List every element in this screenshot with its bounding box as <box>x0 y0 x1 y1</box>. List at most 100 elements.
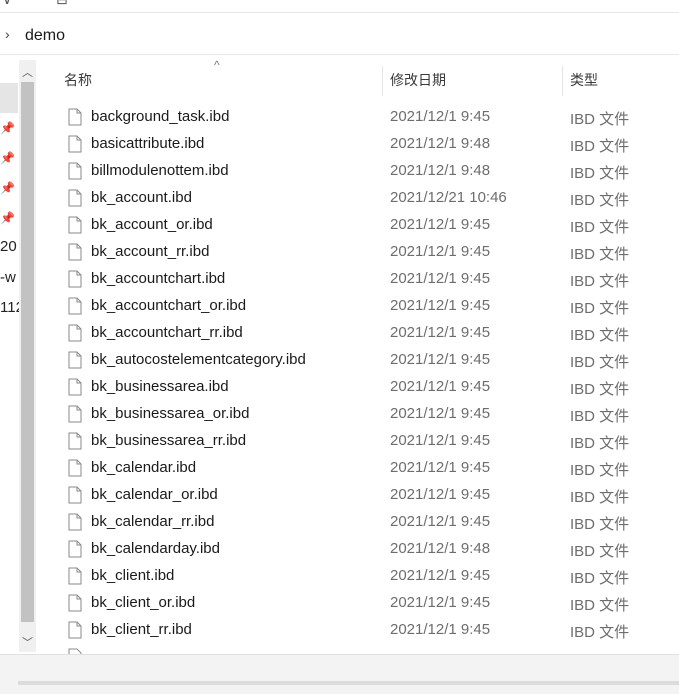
file-type: IBD 文件 <box>570 111 630 128</box>
pin-icon: 📌 <box>0 151 15 165</box>
file-name[interactable]: bk_accountchart.ibd <box>91 270 225 287</box>
nav-item-fragment[interactable]: 20 <box>0 238 17 255</box>
file-type: IBD 文件 <box>570 408 630 425</box>
file-name[interactable]: billmodulenottem.ibd <box>91 162 229 179</box>
file-row[interactable]: bk_account_or.ibd 2021/12/1 9:45 IBD 文件 <box>38 212 679 239</box>
column-type-header[interactable]: 类型 <box>570 70 598 90</box>
file-icon <box>68 432 82 450</box>
column-name-header[interactable]: 名称 <box>64 70 92 90</box>
file-name[interactable]: bk_autocostelementcategory.ibd <box>91 351 306 368</box>
address-bar[interactable]: › demo <box>0 18 679 55</box>
title-fragment-icon: ∨ <box>2 0 12 8</box>
file-modified-date: 2021/12/1 9:45 <box>390 621 491 638</box>
file-row[interactable]: bk_client.ibd 2021/12/1 9:45 IBD 文件 <box>38 563 679 590</box>
file-icon <box>68 351 82 369</box>
nav-selected-item[interactable] <box>0 83 18 113</box>
file-name[interactable]: bk_account.ibd <box>91 189 192 206</box>
file-row[interactable]: bk_calendar.ibd 2021/12/1 9:45 IBD 文件 <box>38 455 679 482</box>
chevron-right-icon[interactable]: › <box>5 26 10 42</box>
column-header: ^ 名称 修改日期 类型 <box>38 58 679 96</box>
file-row[interactable]: bk_calendar_or.ibd 2021/12/1 9:45 IBD 文件 <box>38 482 679 509</box>
file-type: IBD 文件 <box>570 192 630 209</box>
file-type: IBD 文件 <box>570 273 630 290</box>
file-type: IBD 文件 <box>570 597 630 614</box>
file-type: IBD 文件 <box>570 138 630 155</box>
file-name[interactable]: bk_businessarea_rr.ibd <box>91 432 246 449</box>
file-row[interactable]: bk_accountchart_or.ibd 2021/12/1 9:45 IBD … <box>38 293 679 320</box>
file-row[interactable]: bk_account_rr.ibd 2021/12/1 9:45 IBD 文件 <box>38 239 679 266</box>
file-modified-date: 2021/12/1 9:45 <box>390 513 491 530</box>
file-type: IBD 文件 <box>570 219 630 236</box>
file-name[interactable]: basicattribute.ibd <box>91 135 204 152</box>
file-row[interactable]: bk_calendarday.ibd 2021/12/1 9:48 IBD 文件 <box>38 536 679 563</box>
file-type: IBD 文件 <box>570 354 630 371</box>
file-type: IBD 文件 <box>570 246 630 263</box>
file-row[interactable]: bk_businessarea_rr.ibd 2021/12/1 9:45 IBD … <box>38 428 679 455</box>
file-row[interactable]: bk_autocostelementcategory.ibd 2021/12/1 … <box>38 347 679 374</box>
file-icon <box>68 459 82 477</box>
file-name[interactable]: bk_calendar_rr.ibd <box>91 513 214 530</box>
file-type: IBD 文件 <box>570 300 630 317</box>
file-name[interactable]: bk_accountchart_or.ibd <box>91 297 246 314</box>
scroll-up-icon[interactable]: ︿ <box>22 64 33 80</box>
file-modified-date: 2021/12/1 9:45 <box>390 378 491 395</box>
file-row[interactable]: bk_calendar_rr.ibd 2021/12/1 9:45 IBD 文件 <box>38 509 679 536</box>
file-modified-date: 2021/12/1 9:48 <box>390 162 491 179</box>
file-row[interactable]: bk_accountchart.ibd 2021/12/1 9:45 IBD 文件 <box>38 266 679 293</box>
file-modified-date: 2021/12/1 9:45 <box>390 486 491 503</box>
file-row[interactable]: bk_businessarea_or.ibd 2021/12/1 9:45 IBD … <box>38 401 679 428</box>
file-icon <box>68 540 82 558</box>
horizontal-scrollbar[interactable] <box>18 681 679 685</box>
file-name[interactable]: bk_calendar_or.ibd <box>91 486 218 503</box>
file-name[interactable]: bk_client_rr.ibd <box>91 621 192 638</box>
scrollbar-thumb[interactable] <box>21 82 34 622</box>
file-icon <box>68 135 82 153</box>
file-row[interactable]: bk_account.ibd 2021/12/21 10:46 IBD 文件 <box>38 185 679 212</box>
file-name[interactable]: bk_businessarea.ibd <box>91 378 229 395</box>
file-type: IBD 文件 <box>570 624 630 641</box>
file-row[interactable]: bk_businessarea.ibd 2021/12/1 9:45 IBD 文件 <box>38 374 679 401</box>
file-type: IBD 文件 <box>570 165 630 182</box>
file-row[interactable]: bk_client_or.ibd 2021/12/1 9:45 IBD 文件 <box>38 590 679 617</box>
file-icon <box>68 513 82 531</box>
file-row[interactable]: basicattribute.ibd 2021/12/1 9:48 IBD 文件 <box>38 131 679 158</box>
file-type: IBD 文件 <box>570 435 630 452</box>
file-row-partial[interactable] <box>38 644 679 654</box>
pin-icon: 📌 <box>0 211 15 225</box>
file-modified-date: 2021/12/1 9:45 <box>390 270 491 287</box>
file-icon <box>68 378 82 396</box>
file-name[interactable]: bk_calendar.ibd <box>91 459 196 476</box>
nav-item-fragment[interactable]: -w <box>0 269 16 286</box>
file-type: IBD 文件 <box>570 543 630 560</box>
pin-icon: 📌 <box>0 181 15 195</box>
file-type: IBD 文件 <box>570 327 630 344</box>
scroll-down-icon[interactable]: ﹀ <box>22 634 33 650</box>
file-type: IBD 文件 <box>570 462 630 479</box>
file-name[interactable]: bk_calendarday.ibd <box>91 540 220 557</box>
file-modified-date: 2021/12/1 9:45 <box>390 594 491 611</box>
file-name[interactable]: bk_client.ibd <box>91 567 174 584</box>
file-row[interactable]: billmodulenottem.ibd 2021/12/1 9:48 IBD 文件 <box>38 158 679 185</box>
file-list: background_task.ibd 2021/12/1 9:45 IBD 文件 b… <box>38 104 679 654</box>
file-name[interactable]: bk_client_or.ibd <box>91 594 195 611</box>
breadcrumb-demo[interactable]: demo <box>25 27 65 45</box>
file-name[interactable]: bk_accountchart_rr.ibd <box>91 324 243 341</box>
title-bar-remnant: ∨ ⊟ <box>0 0 679 13</box>
file-type: IBD 文件 <box>570 489 630 506</box>
file-type: IBD 文件 <box>570 381 630 398</box>
column-modified-header[interactable]: 修改日期 <box>390 70 446 90</box>
column-divider[interactable] <box>382 66 383 96</box>
file-icon <box>68 297 82 315</box>
pin-icon: 📌 <box>0 121 15 135</box>
column-divider[interactable] <box>562 66 563 96</box>
file-row[interactable]: bk_accountchart_rr.ibd 2021/12/1 9:45 IBD … <box>38 320 679 347</box>
file-modified-date: 2021/12/1 9:45 <box>390 324 491 341</box>
file-name[interactable]: background_task.ibd <box>91 108 229 125</box>
file-row[interactable]: background_task.ibd 2021/12/1 9:45 IBD 文件 <box>38 104 679 131</box>
file-name[interactable]: bk_account_or.ibd <box>91 216 213 233</box>
file-row[interactable]: bk_client_rr.ibd 2021/12/1 9:45 IBD 文件 <box>38 617 679 644</box>
file-icon <box>68 108 82 126</box>
nav-scrollbar[interactable]: ︿ ﹀ <box>19 60 36 652</box>
file-name[interactable]: bk_account_rr.ibd <box>91 243 209 260</box>
file-name[interactable]: bk_businessarea_or.ibd <box>91 405 249 422</box>
